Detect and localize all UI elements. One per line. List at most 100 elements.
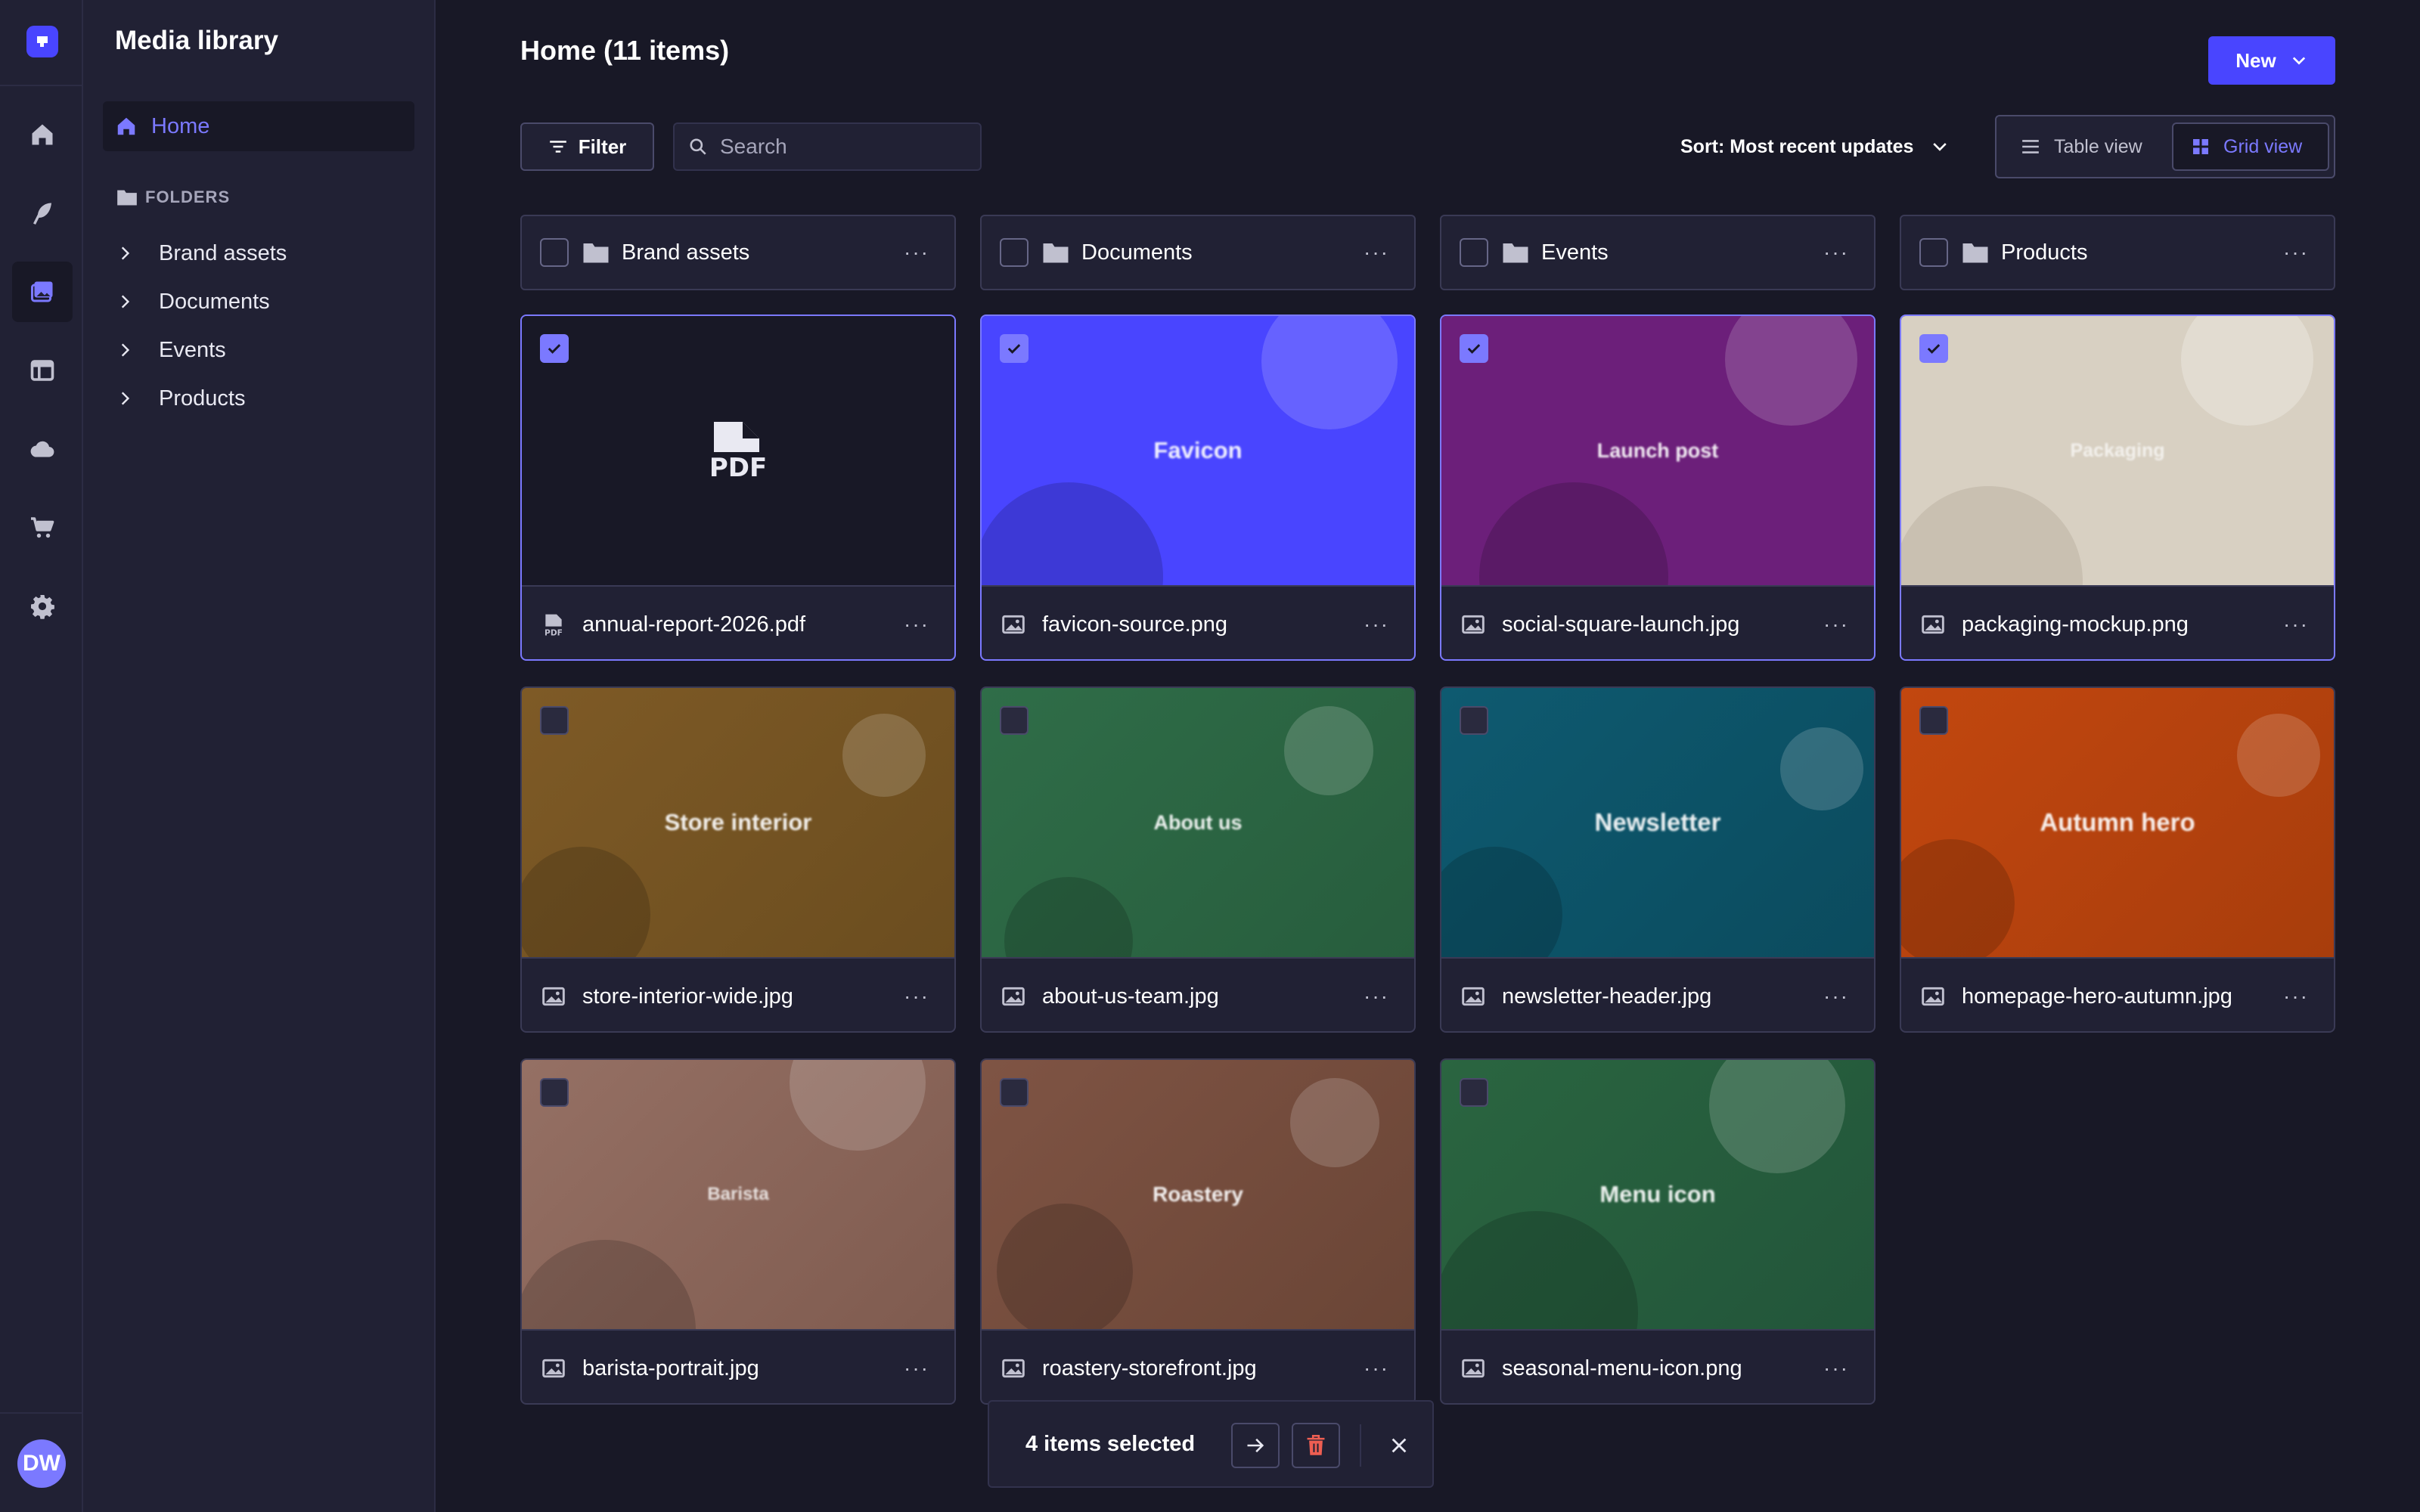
asset-card[interactable]: Barista barista-portrait.jpg ··· xyxy=(520,1058,956,1405)
asset-preview[interactable]: Store interior xyxy=(522,688,954,959)
asset-checkbox[interactable] xyxy=(1000,706,1028,735)
folder-name: Products xyxy=(2001,240,2088,265)
table-view-button[interactable]: Table view xyxy=(2003,122,2175,171)
asset-preview[interactable]: Barista xyxy=(522,1060,954,1331)
nav-marketplace[interactable] xyxy=(12,497,73,558)
asset-card[interactable]: Packaging packaging-mockup.png ··· xyxy=(1900,314,2335,661)
asset-preview[interactable]: Roastery xyxy=(982,1060,1414,1331)
asset-preview-text: Packaging xyxy=(2070,439,2165,461)
asset-checkbox[interactable] xyxy=(1919,706,1948,735)
more-actions-button[interactable]: ··· xyxy=(2282,611,2310,638)
sidebar-folder-documents[interactable]: Documents xyxy=(116,283,270,321)
more-actions-button[interactable]: ··· xyxy=(903,611,930,638)
more-actions-button[interactable]: ··· xyxy=(1823,983,1850,1010)
asset-card[interactable]: Launch post social-square-launch.jpg ··· xyxy=(1440,314,1876,661)
more-actions-button[interactable]: ··· xyxy=(2282,239,2310,266)
folder-checkbox[interactable] xyxy=(1000,238,1028,267)
asset-card[interactable]: About us about-us-team.jpg ··· xyxy=(980,686,1416,1033)
asset-card[interactable]: Autumn hero homepage-hero-autumn.jpg ··· xyxy=(1900,686,2335,1033)
asset-checkbox[interactable] xyxy=(1460,334,1488,363)
folder-card-brand-assets[interactable]: Brand assets ··· xyxy=(520,215,956,290)
more-actions-button[interactable]: ··· xyxy=(1823,239,1850,266)
sidebar-folder-brand-assets[interactable]: Brand assets xyxy=(116,234,287,272)
chevron-down-icon xyxy=(1933,143,1947,151)
asset-checkbox[interactable] xyxy=(1000,1078,1028,1107)
folder-checkbox[interactable] xyxy=(1460,238,1488,267)
asset-checkbox[interactable] xyxy=(540,334,569,363)
nav-builder[interactable] xyxy=(12,340,73,401)
folder-card-documents[interactable]: Documents ··· xyxy=(980,215,1416,290)
selection-action-bar: 4 items selected xyxy=(988,1400,1434,1488)
asset-preview[interactable]: Packaging xyxy=(1901,316,2334,587)
asset-card[interactable]: Menu icon seasonal-menu-icon.png ··· xyxy=(1440,1058,1876,1405)
nav-home[interactable] xyxy=(12,104,73,165)
filter-button[interactable]: Filter xyxy=(520,122,654,171)
asset-filename: social-square-launch.jpg xyxy=(1502,612,1740,637)
asset-card[interactable]: Store interior store-interior-wide.jpg ·… xyxy=(520,686,956,1033)
user-avatar[interactable]: DW xyxy=(17,1439,66,1488)
more-actions-button[interactable]: ··· xyxy=(903,239,930,266)
image-icon xyxy=(1462,615,1485,634)
preview-decoration xyxy=(1441,847,1562,957)
more-actions-button[interactable]: ··· xyxy=(2282,983,2310,1010)
sort-dropdown[interactable]: Sort: Most recent updates xyxy=(1680,130,1950,163)
sidebar-folder-products[interactable]: Products xyxy=(116,380,245,417)
asset-preview-text: Barista xyxy=(707,1184,769,1204)
new-button[interactable]: New xyxy=(2208,36,2335,85)
search-field[interactable] xyxy=(673,122,982,171)
nav-cloud[interactable] xyxy=(12,419,73,479)
folder-checkbox[interactable] xyxy=(1919,238,1948,267)
more-actions-button[interactable]: ··· xyxy=(1363,239,1390,266)
asset-preview[interactable]: Newsletter xyxy=(1441,688,1874,959)
more-actions-button[interactable]: ··· xyxy=(1363,983,1390,1010)
asset-preview-text: Favicon xyxy=(1153,437,1243,463)
folder-checkbox[interactable] xyxy=(540,238,569,267)
asset-preview[interactable]: Autumn hero xyxy=(1901,688,2334,959)
asset-card[interactable]: Newsletter newsletter-header.jpg ··· xyxy=(1440,686,1876,1033)
move-button[interactable] xyxy=(1231,1423,1280,1468)
asset-card[interactable]: PDF PDF annual-report-2026.pdf ··· xyxy=(520,314,956,661)
app-logo[interactable] xyxy=(26,26,58,57)
check-icon xyxy=(1007,344,1021,354)
asset-preview[interactable]: Menu icon xyxy=(1441,1060,1874,1331)
asset-card[interactable]: Favicon favicon-source.png ··· xyxy=(980,314,1416,661)
asset-preview[interactable]: Launch post xyxy=(1441,316,1874,587)
chevron-right-icon[interactable] xyxy=(116,342,133,358)
asset-preview[interactable]: About us xyxy=(982,688,1414,959)
more-actions-button[interactable]: ··· xyxy=(1363,611,1390,638)
more-actions-button[interactable]: ··· xyxy=(903,1355,930,1382)
asset-checkbox[interactable] xyxy=(1460,706,1488,735)
asset-checkbox[interactable] xyxy=(540,1078,569,1107)
preview-decoration xyxy=(1004,877,1133,957)
asset-footer: barista-portrait.jpg ··· xyxy=(522,1332,954,1403)
sidebar-folder-events[interactable]: Events xyxy=(116,331,226,369)
asset-checkbox[interactable] xyxy=(1919,334,1948,363)
asset-card[interactable]: Roastery roastery-storefront.jpg ··· xyxy=(980,1058,1416,1405)
more-actions-button[interactable]: ··· xyxy=(1823,611,1850,638)
more-actions-button[interactable]: ··· xyxy=(903,983,930,1010)
nav-settings[interactable] xyxy=(12,576,73,637)
asset-filename: packaging-mockup.png xyxy=(1962,612,2189,637)
chevron-right-icon[interactable] xyxy=(116,293,133,310)
sidebar-folder-label: Events xyxy=(159,337,226,362)
close-selection-button[interactable] xyxy=(1382,1429,1416,1462)
asset-checkbox[interactable] xyxy=(1000,334,1028,363)
asset-preview[interactable]: PDF xyxy=(522,316,954,587)
grid-view-button[interactable]: Grid view xyxy=(2172,122,2329,171)
preview-decoration xyxy=(1901,839,2015,957)
chevron-right-icon[interactable] xyxy=(116,390,133,407)
asset-checkbox[interactable] xyxy=(540,706,569,735)
folder-card-events[interactable]: Events ··· xyxy=(1440,215,1876,290)
nav-content[interactable] xyxy=(12,183,73,243)
sidebar-item-home[interactable]: Home xyxy=(103,101,414,151)
nav-media-library[interactable] xyxy=(12,262,73,322)
more-actions-button[interactable]: ··· xyxy=(1823,1355,1850,1382)
asset-preview[interactable]: Favicon xyxy=(982,316,1414,587)
asset-filename: newsletter-header.jpg xyxy=(1502,984,1712,1009)
folder-card-products[interactable]: Products ··· xyxy=(1900,215,2335,290)
asset-checkbox[interactable] xyxy=(1460,1078,1488,1107)
more-actions-button[interactable]: ··· xyxy=(1363,1355,1390,1382)
delete-button[interactable] xyxy=(1292,1423,1340,1468)
search-input[interactable] xyxy=(720,135,962,159)
chevron-right-icon[interactable] xyxy=(116,245,133,262)
